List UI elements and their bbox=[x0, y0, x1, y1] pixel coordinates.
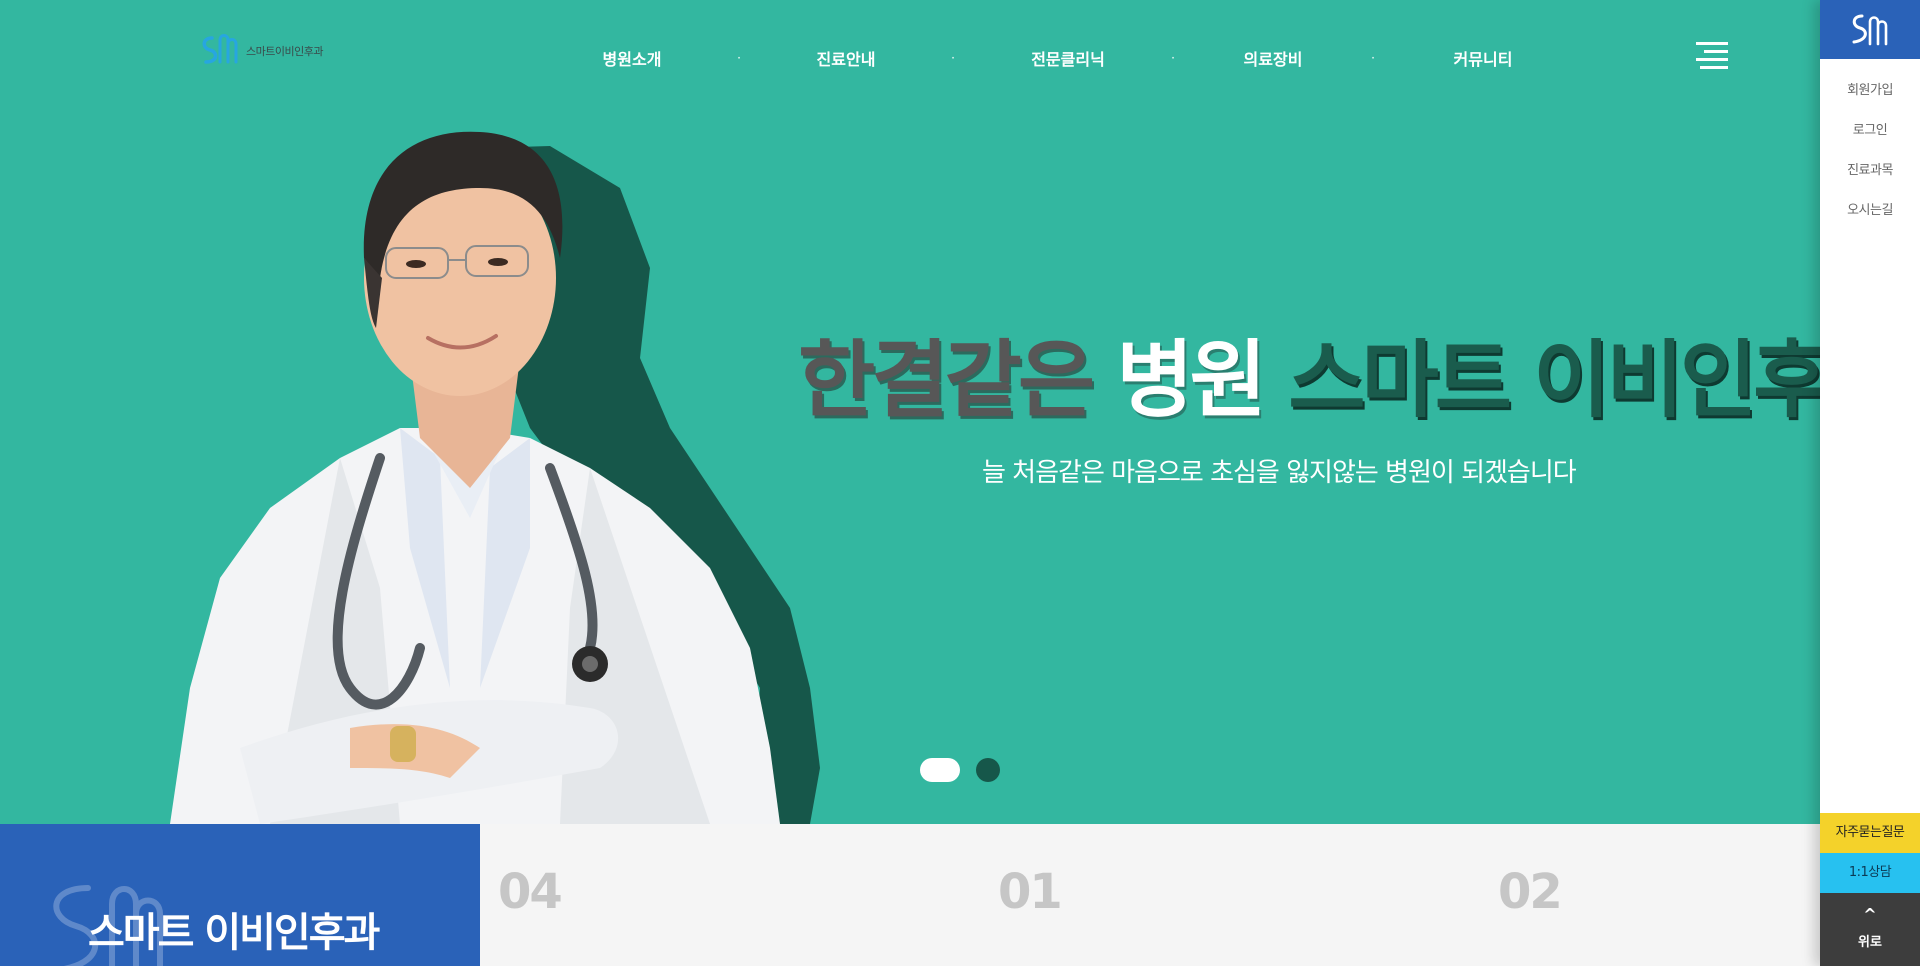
scroll-top-button[interactable]: ^ 위로 bbox=[1820, 893, 1920, 966]
nav-item-medical-equipment[interactable]: 의료장비 bbox=[1198, 46, 1348, 70]
slider-dot[interactable] bbox=[976, 758, 1000, 782]
section-number: 04 bbox=[498, 864, 563, 920]
logo-mark-icon bbox=[202, 34, 238, 64]
faq-button[interactable]: 자주묻는질문 bbox=[1820, 813, 1920, 853]
brand-box: 스마트 이비인후과 bbox=[0, 824, 480, 966]
logo-text: 스마트이비인후과 bbox=[246, 45, 323, 58]
hero-headline: 한결같은 병원 스마트 이비인후과 bbox=[798, 338, 1820, 422]
nav-separator: · bbox=[951, 51, 955, 65]
headline-part3: 스마트 이비인후과 bbox=[1288, 331, 1820, 429]
site-logo[interactable]: 스마트이비인후과 bbox=[198, 32, 323, 70]
nav-separator: · bbox=[737, 51, 741, 65]
quick-link-login[interactable]: 로그인 bbox=[1820, 111, 1920, 151]
nav-item-community[interactable]: 커뮤니티 bbox=[1398, 46, 1568, 70]
quickbar-logo[interactable] bbox=[1820, 0, 1920, 59]
hero-subline: 늘 처음같은 마음으로 초심을 잃지않는 병원이 되겠습니다 bbox=[982, 458, 1577, 488]
nav-item-special-clinic[interactable]: 전문클리닉 bbox=[988, 46, 1148, 70]
brand-title: 스마트 이비인후과 bbox=[88, 910, 380, 956]
headline-part1: 한결같은 bbox=[798, 331, 1095, 429]
quickbar-links: 회원가입 로그인 진료과목 오시는길 bbox=[1820, 59, 1920, 231]
section-number: 01 bbox=[998, 864, 1063, 920]
nav-separator: · bbox=[1371, 51, 1375, 65]
section-number: 02 bbox=[1498, 864, 1563, 920]
doctor-image bbox=[170, 131, 820, 824]
nav-separator: · bbox=[1171, 51, 1175, 65]
consult-button[interactable]: 1:1상담 bbox=[1820, 853, 1920, 893]
quick-menu-bar: 회원가입 로그인 진료과목 오시는길 자주묻는질문 1:1상담 ^ 위로 bbox=[1820, 0, 1920, 966]
hero-slider: 스마트이비인후과 병원소개 · 진료안내 · 전문클리닉 · 의료장비 · 커뮤… bbox=[0, 0, 1820, 824]
slider-pagination bbox=[920, 758, 1000, 782]
quick-link-signup[interactable]: 회원가입 bbox=[1820, 71, 1920, 111]
quick-link-directions[interactable]: 오시는길 bbox=[1820, 191, 1920, 231]
nav-item-treatment-guide[interactable]: 진료안내 bbox=[774, 46, 918, 70]
sm-logo-icon bbox=[1852, 14, 1888, 45]
quick-link-departments[interactable]: 진료과목 bbox=[1820, 151, 1920, 191]
headline-part2: 병원 bbox=[1116, 331, 1267, 429]
arrow-up-icon: ^ bbox=[1863, 905, 1877, 924]
hamburger-menu-icon[interactable] bbox=[1696, 40, 1728, 72]
nav-item-hospital-intro[interactable]: 병원소개 bbox=[560, 46, 704, 70]
slider-dot-active[interactable] bbox=[920, 758, 960, 782]
main-navigation: 병원소개 · 진료안내 · 전문클리닉 · 의료장비 · 커뮤니티 bbox=[560, 46, 1568, 70]
scroll-top-label: 위로 bbox=[1858, 935, 1882, 950]
